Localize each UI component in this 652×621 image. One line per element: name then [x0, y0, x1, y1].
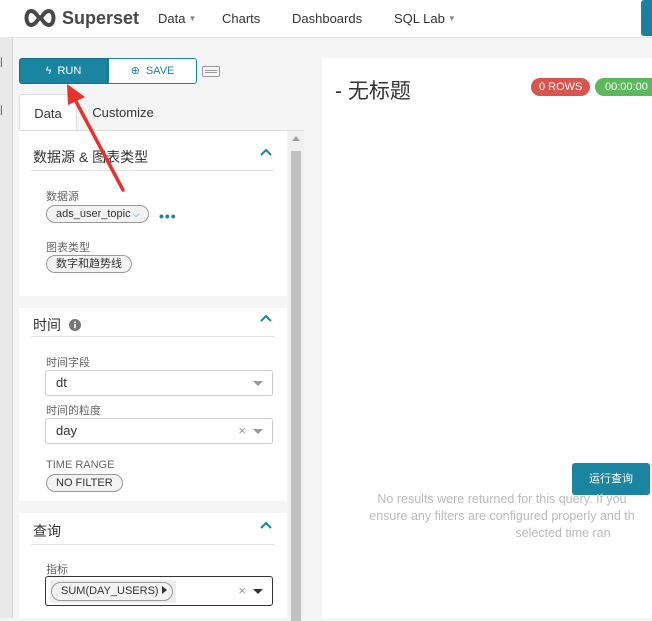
- scrollbar-thumb[interactable]: [291, 151, 301, 621]
- caret-down-icon: ▼: [447, 14, 456, 23]
- viz-type-label: 图表类型: [46, 242, 90, 254]
- metric-select[interactable]: SUM(DAY_USERS) ×: [45, 576, 273, 606]
- brand-name[interactable]: Superset: [62, 8, 139, 29]
- dropdown-arrow-icon: [253, 589, 263, 594]
- time-grain-value: day: [56, 423, 77, 438]
- chart-container: - 无标题 0 ROWS 00:00:00 运行查询 No results we…: [322, 58, 652, 618]
- nav-item-dashboards[interactable]: Dashboards: [292, 11, 362, 26]
- bolt-icon: ϟ: [45, 65, 52, 77]
- caret-down-icon: ▼: [188, 14, 197, 23]
- datasource-more-icon[interactable]: •••: [159, 208, 177, 224]
- divider: [31, 336, 274, 337]
- time-column-select[interactable]: dt: [45, 370, 273, 396]
- metric-label: 指标: [46, 564, 68, 576]
- viz-type-pill[interactable]: 数字和趋势线: [46, 255, 132, 273]
- divider: [31, 544, 274, 545]
- metric-pill[interactable]: SUM(DAY_USERS): [51, 582, 173, 601]
- clear-icon[interactable]: ×: [238, 419, 246, 443]
- section-title-time[interactable]: 时间: [33, 315, 81, 335]
- keyboard-icon[interactable]: [202, 66, 220, 77]
- time-grain-select[interactable]: day ×: [45, 418, 273, 444]
- section-gap: [19, 296, 287, 308]
- edge-marker: |: [0, 105, 3, 116]
- superset-logo-icon[interactable]: [22, 8, 58, 28]
- time-range-label: TIME RANGE: [46, 459, 115, 471]
- dropdown-arrow-icon: [253, 381, 263, 386]
- nav-item-sql-lab[interactable]: SQL Lab ▼: [394, 11, 456, 26]
- chart-title[interactable]: - 无标题: [335, 75, 411, 105]
- empty-message-line: selected time ran: [515, 526, 611, 540]
- chevron-up-icon[interactable]: [259, 312, 273, 326]
- empty-message-line: No results were returned for this query.…: [377, 492, 627, 506]
- chevron-up-icon[interactable]: [259, 519, 273, 533]
- annotation-arrow-icon: [67, 84, 125, 192]
- control-panel: 数据源 & 图表类型 数据源 ads_user_topic ⌵ ••• 图表类型 …: [19, 131, 287, 618]
- nav-item-charts[interactable]: Charts: [222, 11, 260, 26]
- query-timer-badge: 00:00:00: [595, 78, 652, 96]
- row-count-badge: 0 ROWS: [531, 78, 591, 96]
- time-column-label: 时间字段: [46, 357, 90, 369]
- chevron-down-icon: ⌵: [132, 209, 140, 219]
- top-navbar: Superset Data ▼ Charts Dashboards SQL Lab…: [0, 0, 652, 38]
- clear-icon[interactable]: ×: [238, 579, 246, 603]
- empty-results-message: No results were returned for this query.…: [322, 491, 652, 542]
- empty-message-line: ensure any filters are configured proper…: [369, 509, 635, 523]
- edge-marker: |: [0, 57, 3, 68]
- dropdown-arrow-icon: [253, 429, 263, 434]
- section-gap: [19, 501, 287, 513]
- caret-right-icon: [161, 586, 167, 594]
- time-range-pill[interactable]: NO FILTER: [46, 474, 123, 492]
- window-left-edge: | |: [0, 37, 13, 618]
- datasource-pill[interactable]: ads_user_topic ⌵: [46, 205, 150, 223]
- scroll-up-icon[interactable]: [292, 136, 300, 141]
- navbar-action-button[interactable]: [641, 0, 652, 36]
- info-icon[interactable]: [68, 319, 81, 331]
- time-column-value: dt: [56, 375, 67, 390]
- chevron-up-icon[interactable]: [259, 146, 273, 160]
- nav-item-data[interactable]: Data ▼: [158, 11, 196, 26]
- section-title-query[interactable]: 查询: [33, 521, 61, 541]
- plus-circle-icon: ⊕: [130, 65, 140, 77]
- time-grain-label: 时间的粒度: [46, 405, 101, 417]
- panel-scrollbar[interactable]: [288, 131, 304, 621]
